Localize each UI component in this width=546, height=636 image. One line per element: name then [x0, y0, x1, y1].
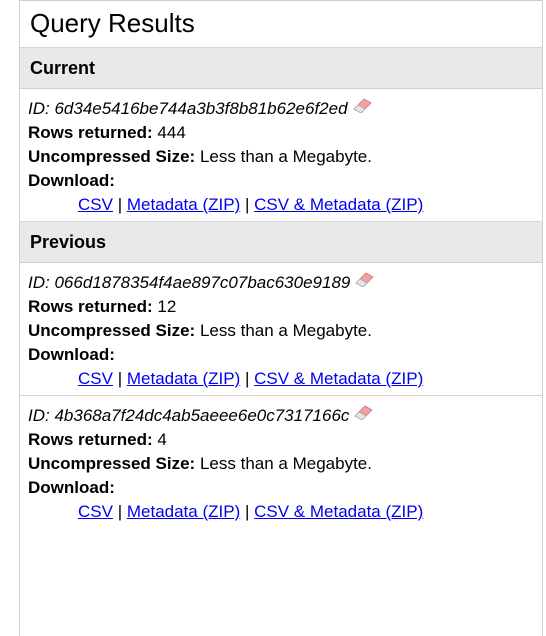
uncompressed-size-value: Less than a Megabyte. — [199, 454, 372, 473]
link-separator: | — [117, 195, 123, 214]
result-entry: ID: 4b368a7f24dc4ab5aeee6e0c7317166c Row… — [20, 396, 542, 528]
result-id-line: ID: 4b368a7f24dc4ab5aeee6e0c7317166c — [28, 404, 542, 428]
section-heading-current: Current — [20, 48, 542, 89]
metadata-zip-link[interactable]: Metadata (ZIP) — [127, 195, 240, 214]
result-id-prefix: ID: — [28, 406, 55, 425]
rows-returned-line: Rows returned: 12 — [28, 295, 542, 319]
result-id: 6d34e5416be744a3b3f8b81b62e6f2ed — [54, 99, 348, 118]
uncompressed-size-label: Uncompressed Size: — [28, 454, 196, 473]
download-label: Download: — [28, 478, 115, 497]
link-separator: | — [244, 502, 250, 521]
rows-returned-line: Rows returned: 444 — [28, 121, 542, 145]
page-title: Query Results — [20, 1, 542, 48]
link-separator: | — [117, 502, 123, 521]
result-id-line: ID: 066d1878354f4ae897c07bac630e9189 — [28, 271, 542, 295]
query-results-panel: Query Results Current ID: 6d34e5416be744… — [19, 0, 543, 636]
download-links: CSV | Metadata (ZIP) | CSV & Metadata (Z… — [28, 500, 542, 524]
csv-link[interactable]: CSV — [78, 369, 113, 388]
link-separator: | — [244, 369, 250, 388]
download-label: Download: — [28, 345, 115, 364]
uncompressed-size-label: Uncompressed Size: — [28, 321, 196, 340]
uncompressed-size-value: Less than a Megabyte. — [199, 321, 372, 340]
result-id-prefix: ID: — [28, 99, 55, 118]
rows-returned-value: 444 — [157, 123, 186, 142]
csv-metadata-zip-link[interactable]: CSV & Metadata (ZIP) — [254, 502, 423, 521]
uncompressed-size-label: Uncompressed Size: — [28, 147, 196, 166]
rows-returned-label: Rows returned: — [28, 123, 153, 142]
download-line: Download: — [28, 169, 542, 193]
link-separator: | — [244, 195, 250, 214]
download-line: Download: — [28, 343, 542, 367]
rows-returned-value: 4 — [157, 430, 167, 449]
result-id-line: ID: 6d34e5416be744a3b3f8b81b62e6f2ed — [28, 97, 542, 121]
rows-returned-line: Rows returned: 4 — [28, 428, 542, 452]
result-id: 066d1878354f4ae897c07bac630e9189 — [54, 273, 351, 292]
metadata-zip-link[interactable]: Metadata (ZIP) — [127, 369, 240, 388]
uncompressed-size-value: Less than a Megabyte. — [199, 147, 372, 166]
result-id: 4b368a7f24dc4ab5aeee6e0c7317166c — [54, 406, 350, 425]
rows-returned-value: 12 — [157, 297, 177, 316]
csv-metadata-zip-link[interactable]: CSV & Metadata (ZIP) — [254, 195, 423, 214]
download-line: Download: — [28, 476, 542, 500]
eraser-icon[interactable] — [351, 96, 373, 120]
csv-metadata-zip-link[interactable]: CSV & Metadata (ZIP) — [254, 369, 423, 388]
section-heading-previous: Previous — [20, 222, 542, 263]
rows-returned-label: Rows returned: — [28, 297, 153, 316]
result-id-prefix: ID: — [28, 273, 55, 292]
metadata-zip-link[interactable]: Metadata (ZIP) — [127, 502, 240, 521]
uncompressed-size-line: Uncompressed Size: Less than a Megabyte. — [28, 145, 542, 169]
uncompressed-size-line: Uncompressed Size: Less than a Megabyte. — [28, 319, 542, 343]
download-links: CSV | Metadata (ZIP) | CSV & Metadata (Z… — [28, 193, 542, 217]
download-label: Download: — [28, 171, 115, 190]
rows-returned-label: Rows returned: — [28, 430, 153, 449]
eraser-icon[interactable] — [353, 270, 375, 294]
uncompressed-size-line: Uncompressed Size: Less than a Megabyte. — [28, 452, 542, 476]
csv-link[interactable]: CSV — [78, 502, 113, 521]
eraser-icon[interactable] — [352, 403, 374, 427]
link-separator: | — [117, 369, 123, 388]
download-links: CSV | Metadata (ZIP) | CSV & Metadata (Z… — [28, 367, 542, 391]
result-entry: ID: 066d1878354f4ae897c07bac630e9189 Row… — [20, 263, 542, 396]
result-entry: ID: 6d34e5416be744a3b3f8b81b62e6f2ed Row… — [20, 89, 542, 222]
csv-link[interactable]: CSV — [78, 195, 113, 214]
